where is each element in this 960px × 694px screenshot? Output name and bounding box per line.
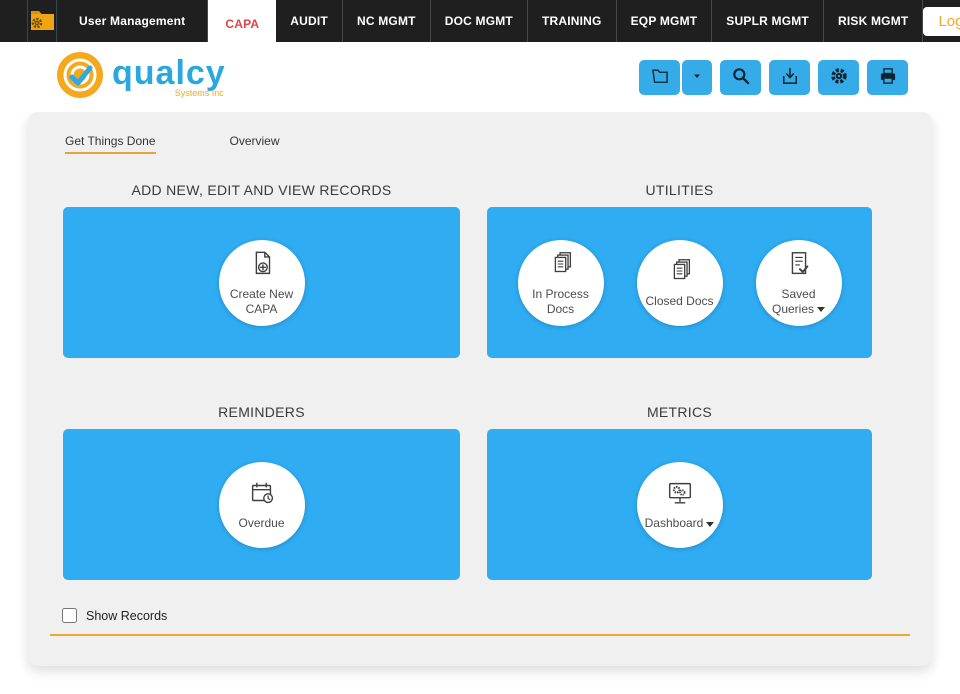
brand-subtitle: Systems Inc (112, 88, 226, 98)
doc-check-icon (784, 249, 814, 287)
saved-queries-button[interactable]: Saved Queries (756, 240, 842, 326)
nav-item-training[interactable]: TRAINING (528, 0, 617, 42)
caret-down-icon (817, 307, 825, 312)
panel-metrics: Dashboard (487, 429, 872, 580)
circle-button-label: Saved Queries (763, 287, 835, 316)
circle-button-label: In Process Docs (525, 287, 597, 316)
top-nav: User Management CAPA AUDIT NC MGMT DOC M… (0, 0, 960, 42)
brand-logo[interactable]: qualcy Systems Inc (56, 51, 226, 104)
brand-wordmark: qualcy (112, 56, 226, 90)
nav-item-capa[interactable]: CAPA (208, 0, 276, 48)
section-title-metrics: METRICS (487, 404, 872, 420)
settings-button[interactable] (818, 60, 859, 95)
folder-split-button (639, 60, 712, 95)
qualcy-logo-icon (56, 51, 104, 104)
section-reminders: REMINDERS Overdue (63, 404, 460, 580)
section-metrics: METRICS Dashboard (487, 404, 872, 580)
show-records-checkbox[interactable] (62, 608, 77, 623)
download-icon (780, 66, 800, 89)
download-button[interactable] (769, 60, 810, 95)
monitor-gears-icon (664, 478, 696, 516)
brand-header: qualcy Systems Inc (0, 42, 960, 112)
folder-dropdown-button[interactable] (682, 60, 712, 95)
caret-down-icon (691, 70, 703, 85)
tab-bar: Get Things Done Overview (65, 134, 932, 154)
toolbar (639, 60, 908, 95)
search-button[interactable] (720, 60, 761, 95)
panel-reminders: Overdue (63, 429, 460, 580)
show-records-label: Show Records (86, 609, 167, 623)
gear-icon (829, 66, 849, 89)
print-icon (878, 66, 898, 89)
section-utilities: UTILITIES In Process Docs (487, 182, 872, 358)
nav-item-audit[interactable]: AUDIT (276, 0, 343, 42)
orange-divider (50, 634, 910, 636)
panel-add-new: Create New CAPA (63, 207, 460, 358)
calendar-clock-icon (247, 478, 277, 516)
nav-item-eqp-mgmt[interactable]: EQP MGMT (617, 0, 713, 42)
folder-gear-icon (28, 7, 56, 36)
create-new-capa-button[interactable]: Create New CAPA (219, 240, 305, 326)
main-card: Get Things Done Overview ADD NEW, EDIT A… (28, 112, 932, 666)
logged-in-badge: Logged in:admin (923, 7, 960, 36)
nav-item-user-management[interactable]: User Management (57, 0, 208, 42)
docs-stack-icon (665, 256, 695, 294)
nav-item-doc-mgmt[interactable]: DOC MGMT (431, 0, 528, 42)
circle-button-label: Dashboard (645, 516, 715, 530)
tab-get-things-done[interactable]: Get Things Done (65, 134, 156, 154)
section-title-reminders: REMINDERS (63, 404, 460, 420)
nav-item-risk-mgmt[interactable]: RISK MGMT (824, 0, 923, 42)
section-add-new: ADD NEW, EDIT AND VIEW RECORDS Create Ne… (63, 182, 460, 358)
print-button[interactable] (867, 60, 908, 95)
nav-item-suplr-mgmt[interactable]: SUPLR MGMT (712, 0, 824, 42)
section-title-add-new: ADD NEW, EDIT AND VIEW RECORDS (63, 182, 460, 198)
panel-utilities: In Process Docs Closed Docs (487, 207, 872, 358)
brand-text: qualcy Systems Inc (112, 56, 226, 98)
in-process-docs-button[interactable]: In Process Docs (518, 240, 604, 326)
overdue-button[interactable]: Overdue (219, 462, 305, 548)
docs-stack-icon (546, 249, 576, 287)
folder-icon (650, 66, 670, 89)
panels-row-1: ADD NEW, EDIT AND VIEW RECORDS Create Ne… (28, 182, 932, 358)
section-title-utilities: UTILITIES (487, 182, 872, 198)
dashboard-button[interactable]: Dashboard (637, 462, 723, 548)
file-plus-icon (247, 249, 277, 287)
folder-button[interactable] (639, 60, 680, 95)
circle-button-label: Overdue (238, 516, 284, 530)
panels-row-2: REMINDERS Overdue METRICS (28, 404, 932, 580)
footer-row: Show Records (62, 608, 932, 623)
circle-button-label: Closed Docs (645, 294, 713, 308)
search-icon (731, 66, 751, 89)
closed-docs-button[interactable]: Closed Docs (637, 240, 723, 326)
app-menu-button[interactable] (27, 0, 57, 42)
nav-item-nc-mgmt[interactable]: NC MGMT (343, 0, 431, 42)
tab-overview[interactable]: Overview (230, 134, 280, 154)
circle-button-label: Create New CAPA (226, 287, 298, 316)
caret-down-icon (706, 522, 714, 527)
